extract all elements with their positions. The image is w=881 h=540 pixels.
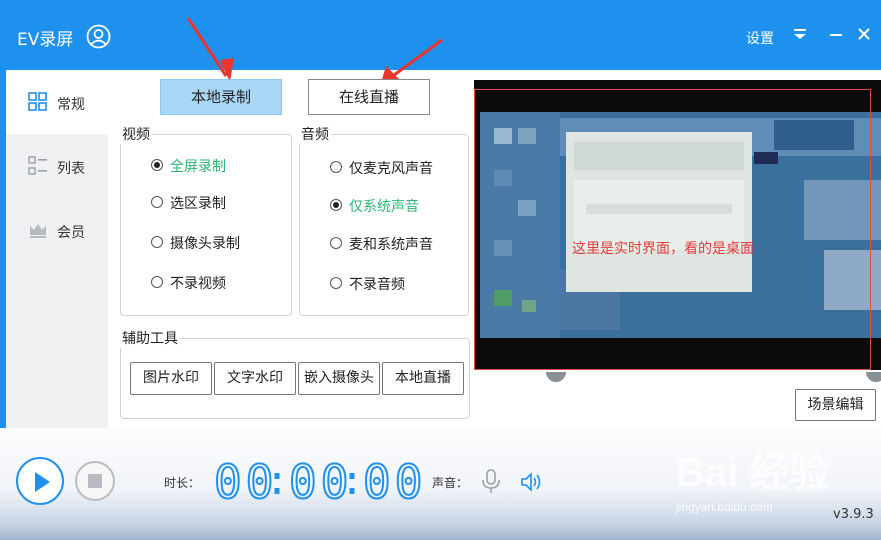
- baidu-watermark: Bai 经验 jingyan.baidu.com: [676, 440, 836, 520]
- radio-label: 仅麦克风声音: [349, 161, 433, 177]
- annotation-arrows: [186, 17, 443, 86]
- user-account-icon[interactable]: [86, 24, 111, 49]
- radio-circle: [151, 236, 163, 248]
- image-watermark-button[interactable]: 图片水印: [130, 362, 212, 395]
- dropdown-menu-icon[interactable]: [792, 26, 808, 42]
- timer-seconds: 00: [362, 455, 427, 509]
- sidebar-item-label: 会员: [57, 225, 85, 241]
- preview-handle-right[interactable]: [866, 372, 881, 382]
- sidebar-item-general[interactable]: 常规: [6, 70, 108, 134]
- preview-annotation-text: 这里是实时界面，看的是桌面: [572, 241, 754, 257]
- live-preview: [474, 80, 881, 370]
- online-live-button[interactable]: 在线直播: [308, 79, 430, 115]
- radio-circle: [151, 196, 163, 208]
- radio-label: 仅系统声音: [349, 199, 419, 215]
- radio-circle: [330, 161, 342, 173]
- play-icon: [35, 472, 50, 492]
- desktop-preview-image: [474, 80, 881, 370]
- sidebar-item-label: 列表: [57, 161, 85, 177]
- close-icon[interactable]: [856, 26, 872, 42]
- radio-label: 不录视频: [170, 276, 226, 292]
- list-icon: [28, 156, 47, 175]
- speaker-icon[interactable]: [520, 471, 544, 493]
- app-title: EV录屏: [17, 30, 74, 50]
- preview-handle-left[interactable]: [546, 372, 566, 382]
- microphone-icon[interactable]: [481, 469, 501, 495]
- watermark-url: jingyan.baidu.com: [676, 500, 773, 514]
- local-live-button[interactable]: 本地直播: [382, 362, 464, 395]
- record-start-button[interactable]: [16, 457, 64, 505]
- radio-label: 摄像头录制: [170, 236, 240, 252]
- radio-circle: [330, 199, 342, 211]
- version-label: v3.9.3: [833, 507, 874, 522]
- duration-label: 时长：: [164, 476, 201, 490]
- timer-separator: :: [265, 458, 290, 504]
- sidebar-item-member[interactable]: 会员: [6, 198, 108, 262]
- radio-label: 麦和系统声音: [349, 237, 433, 253]
- watermark-brand: Bai 经验: [676, 451, 830, 495]
- radio-circle: [151, 159, 163, 171]
- video-group-title: 视频: [120, 124, 152, 144]
- record-stop-button[interactable]: [75, 461, 115, 501]
- local-record-button[interactable]: 本地录制: [160, 79, 282, 115]
- sound-label: 声音：: [432, 476, 469, 490]
- radio-circle: [151, 276, 163, 288]
- timer-separator: :: [340, 458, 365, 504]
- radio-circle: [330, 237, 342, 249]
- grid-icon: [28, 92, 47, 111]
- radio-label: 全屏录制: [170, 159, 226, 175]
- radio-circle: [330, 277, 342, 289]
- audio-group-title: 音频: [299, 124, 331, 144]
- radio-label: 不录音频: [349, 277, 405, 293]
- sidebar-item-label: 常规: [57, 97, 85, 113]
- crown-icon: [30, 224, 46, 238]
- minimize-icon[interactable]: [828, 26, 844, 42]
- text-watermark-button[interactable]: 文字水印: [214, 362, 296, 395]
- radio-label: 选区录制: [170, 196, 226, 212]
- tools-group-title: 辅助工具: [120, 328, 180, 348]
- sidebar-item-list[interactable]: 列表: [6, 134, 108, 198]
- scene-edit-button[interactable]: 场景编辑: [795, 389, 876, 421]
- settings-button[interactable]: 设置: [746, 28, 774, 48]
- embed-camera-button[interactable]: 嵌入摄像头: [298, 362, 380, 395]
- stop-icon: [88, 474, 102, 488]
